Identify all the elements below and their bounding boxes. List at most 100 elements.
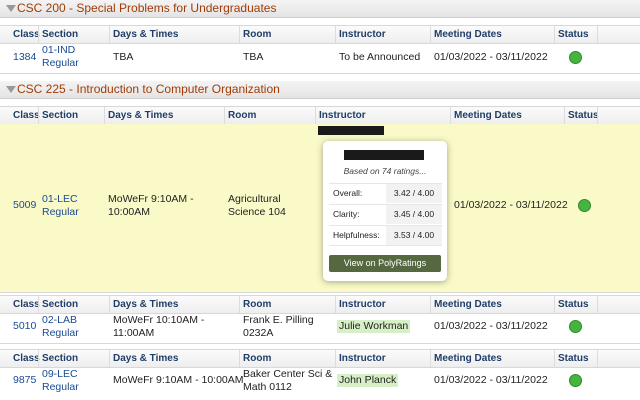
room: TBA [243,51,264,63]
section-type: Regular [42,206,79,218]
redacted-professor-name [344,150,424,160]
class-number-link[interactable]: 5009 [13,199,36,212]
table-row: 1384 01-IND Regular TBA TBA To be Announ… [0,43,640,74]
header-status: Status [558,353,589,364]
header-days-times: Days & Times [113,299,179,310]
header-status: Status [568,110,599,121]
table-header-row: Class Section Days & Times Room Instruct… [0,295,640,314]
days-times-line2: 10:00AM [108,206,151,218]
room-line1: Agricultural [228,193,281,205]
status-open-icon [569,320,582,333]
section-code: 09-LEC [42,368,78,380]
course-header-csc200[interactable]: CSC 200 - Special Problems for Undergrad… [0,0,640,18]
view-on-polyratings-button[interactable]: View on PolyRatings [329,255,441,272]
days-times-line1: MoWeFr 10:10AM - [113,314,205,326]
header-status: Status [558,29,589,40]
header-class: Class [13,110,40,121]
header-instructor: Instructor [339,299,386,310]
room-line1: Frank E. Pilling [243,314,314,326]
table-row: 5009 01-LEC Regular MoWeFr 9:10AM - 10:0… [0,124,640,293]
course-title: CSC 225 - Introduction to Computer Organ… [17,82,280,96]
collapse-triangle-icon[interactable] [6,86,16,93]
instructor-name-highlight[interactable]: Julie Workman [337,320,411,333]
room-line2: 0232A [243,327,274,339]
header-instructor: Instructor [339,29,386,40]
days-times: TBA [113,51,134,63]
header-class: Class [13,299,40,310]
course-header-csc225[interactable]: CSC 225 - Introduction to Computer Organ… [0,81,640,99]
header-room: Room [243,299,272,310]
rating-row-helpfulness: Helpfulness: 3.53 / 4.00 [329,225,442,246]
instructor: To be Announced [339,51,421,63]
rating-label: Helpfulness: [333,230,380,240]
header-class: Class [13,353,40,364]
table-header-row: Class Section Days & Times Room Instruct… [0,106,640,125]
course-title: CSC 200 - Special Problems for Undergrad… [17,1,277,15]
header-class: Class [13,29,40,40]
section-code: 02-LAB [42,314,78,326]
table-header-row: Class Section Days & Times Room Instruct… [0,25,640,44]
collapse-triangle-icon[interactable] [6,5,16,12]
room: Baker Center Sci & Math 0112 [243,368,332,394]
redacted-instructor-name[interactable] [318,126,384,135]
header-meeting-dates: Meeting Dates [434,299,502,310]
days-times-line1: MoWeFr 9:10AM - [108,193,194,205]
header-days-times: Days & Times [113,353,179,364]
header-room: Room [243,353,272,364]
header-status: Status [558,299,589,310]
status-open-icon [569,51,582,64]
room-line1: Baker Center Sci & [243,368,333,380]
polyratings-popup: Based on 74 ratings... Overall: 3.42 / 4… [323,141,447,281]
room-line2: Math 0112 [243,381,292,393]
room: Agricultural Science 104 [228,193,286,219]
header-instructor: Instructor [319,110,366,121]
instructor-name-highlight[interactable]: John Planck [337,374,399,387]
section-code: 01-IND [42,44,76,56]
room: Frank E. Pilling 0232A [243,314,314,340]
class-number-link[interactable]: 5010 [13,320,36,333]
section-link[interactable]: 09-LEC Regular [42,368,79,394]
header-room: Room [228,110,257,121]
days-times: MoWeFr 10:10AM - 11:00AM [113,314,204,340]
section-link[interactable]: 01-IND Regular [42,44,79,70]
header-days-times: Days & Times [113,29,179,40]
header-meeting-dates: Meeting Dates [434,353,502,364]
meeting-dates: 01/03/2022 - 03/11/2022 [434,320,548,332]
section-type: Regular [42,327,79,339]
rating-value: 3.53 / 4.00 [386,226,442,245]
rating-row-overall: Overall: 3.42 / 4.00 [329,183,442,203]
header-room: Room [243,29,272,40]
days-times: MoWeFr 9:10AM - 10:00AM [108,193,194,219]
table-header-row: Class Section Days & Times Room Instruct… [0,349,640,368]
class-number-link[interactable]: 9875 [13,374,36,387]
header-meeting-dates: Meeting Dates [454,110,522,121]
header-section: Section [42,299,79,310]
meeting-dates: 01/03/2022 - 03/11/2022 [434,374,548,386]
section-type: Regular [42,57,79,69]
section-link[interactable]: 01-LEC Regular [42,193,79,219]
section-type: Regular [42,381,79,393]
days-times: MoWeFr 9:10AM - 10:00AM [113,374,244,386]
days-times-line2: 11:00AM [113,327,155,339]
class-number-link[interactable]: 1384 [13,51,36,64]
header-days-times: Days & Times [108,110,174,121]
header-section: Section [42,353,79,364]
header-meeting-dates: Meeting Dates [434,29,502,40]
meeting-dates: 01/03/2022 - 03/11/2022 [434,51,548,63]
section-link[interactable]: 02-LAB Regular [42,314,79,340]
status-open-icon [578,199,591,212]
rating-value: 3.42 / 4.00 [386,184,442,203]
rating-row-clarity: Clarity: 3.45 / 4.00 [329,204,442,224]
table-row: 9875 09-LEC Regular MoWeFr 9:10AM - 10:0… [0,367,640,398]
header-instructor: Instructor [339,353,386,364]
meeting-dates: 01/03/2022 - 03/11/2022 [454,199,568,211]
header-section: Section [42,29,79,40]
section-code: 01-LEC [42,193,78,205]
rating-label: Clarity: [333,209,360,219]
room-line2: Science 104 [228,206,286,218]
rating-value: 3.45 / 4.00 [386,205,442,224]
status-open-icon [569,374,582,387]
table-row: 5010 02-LAB Regular MoWeFr 10:10AM - 11:… [0,313,640,344]
rating-label: Overall: [333,188,363,198]
ratings-count: Based on 74 ratings... [343,166,427,176]
